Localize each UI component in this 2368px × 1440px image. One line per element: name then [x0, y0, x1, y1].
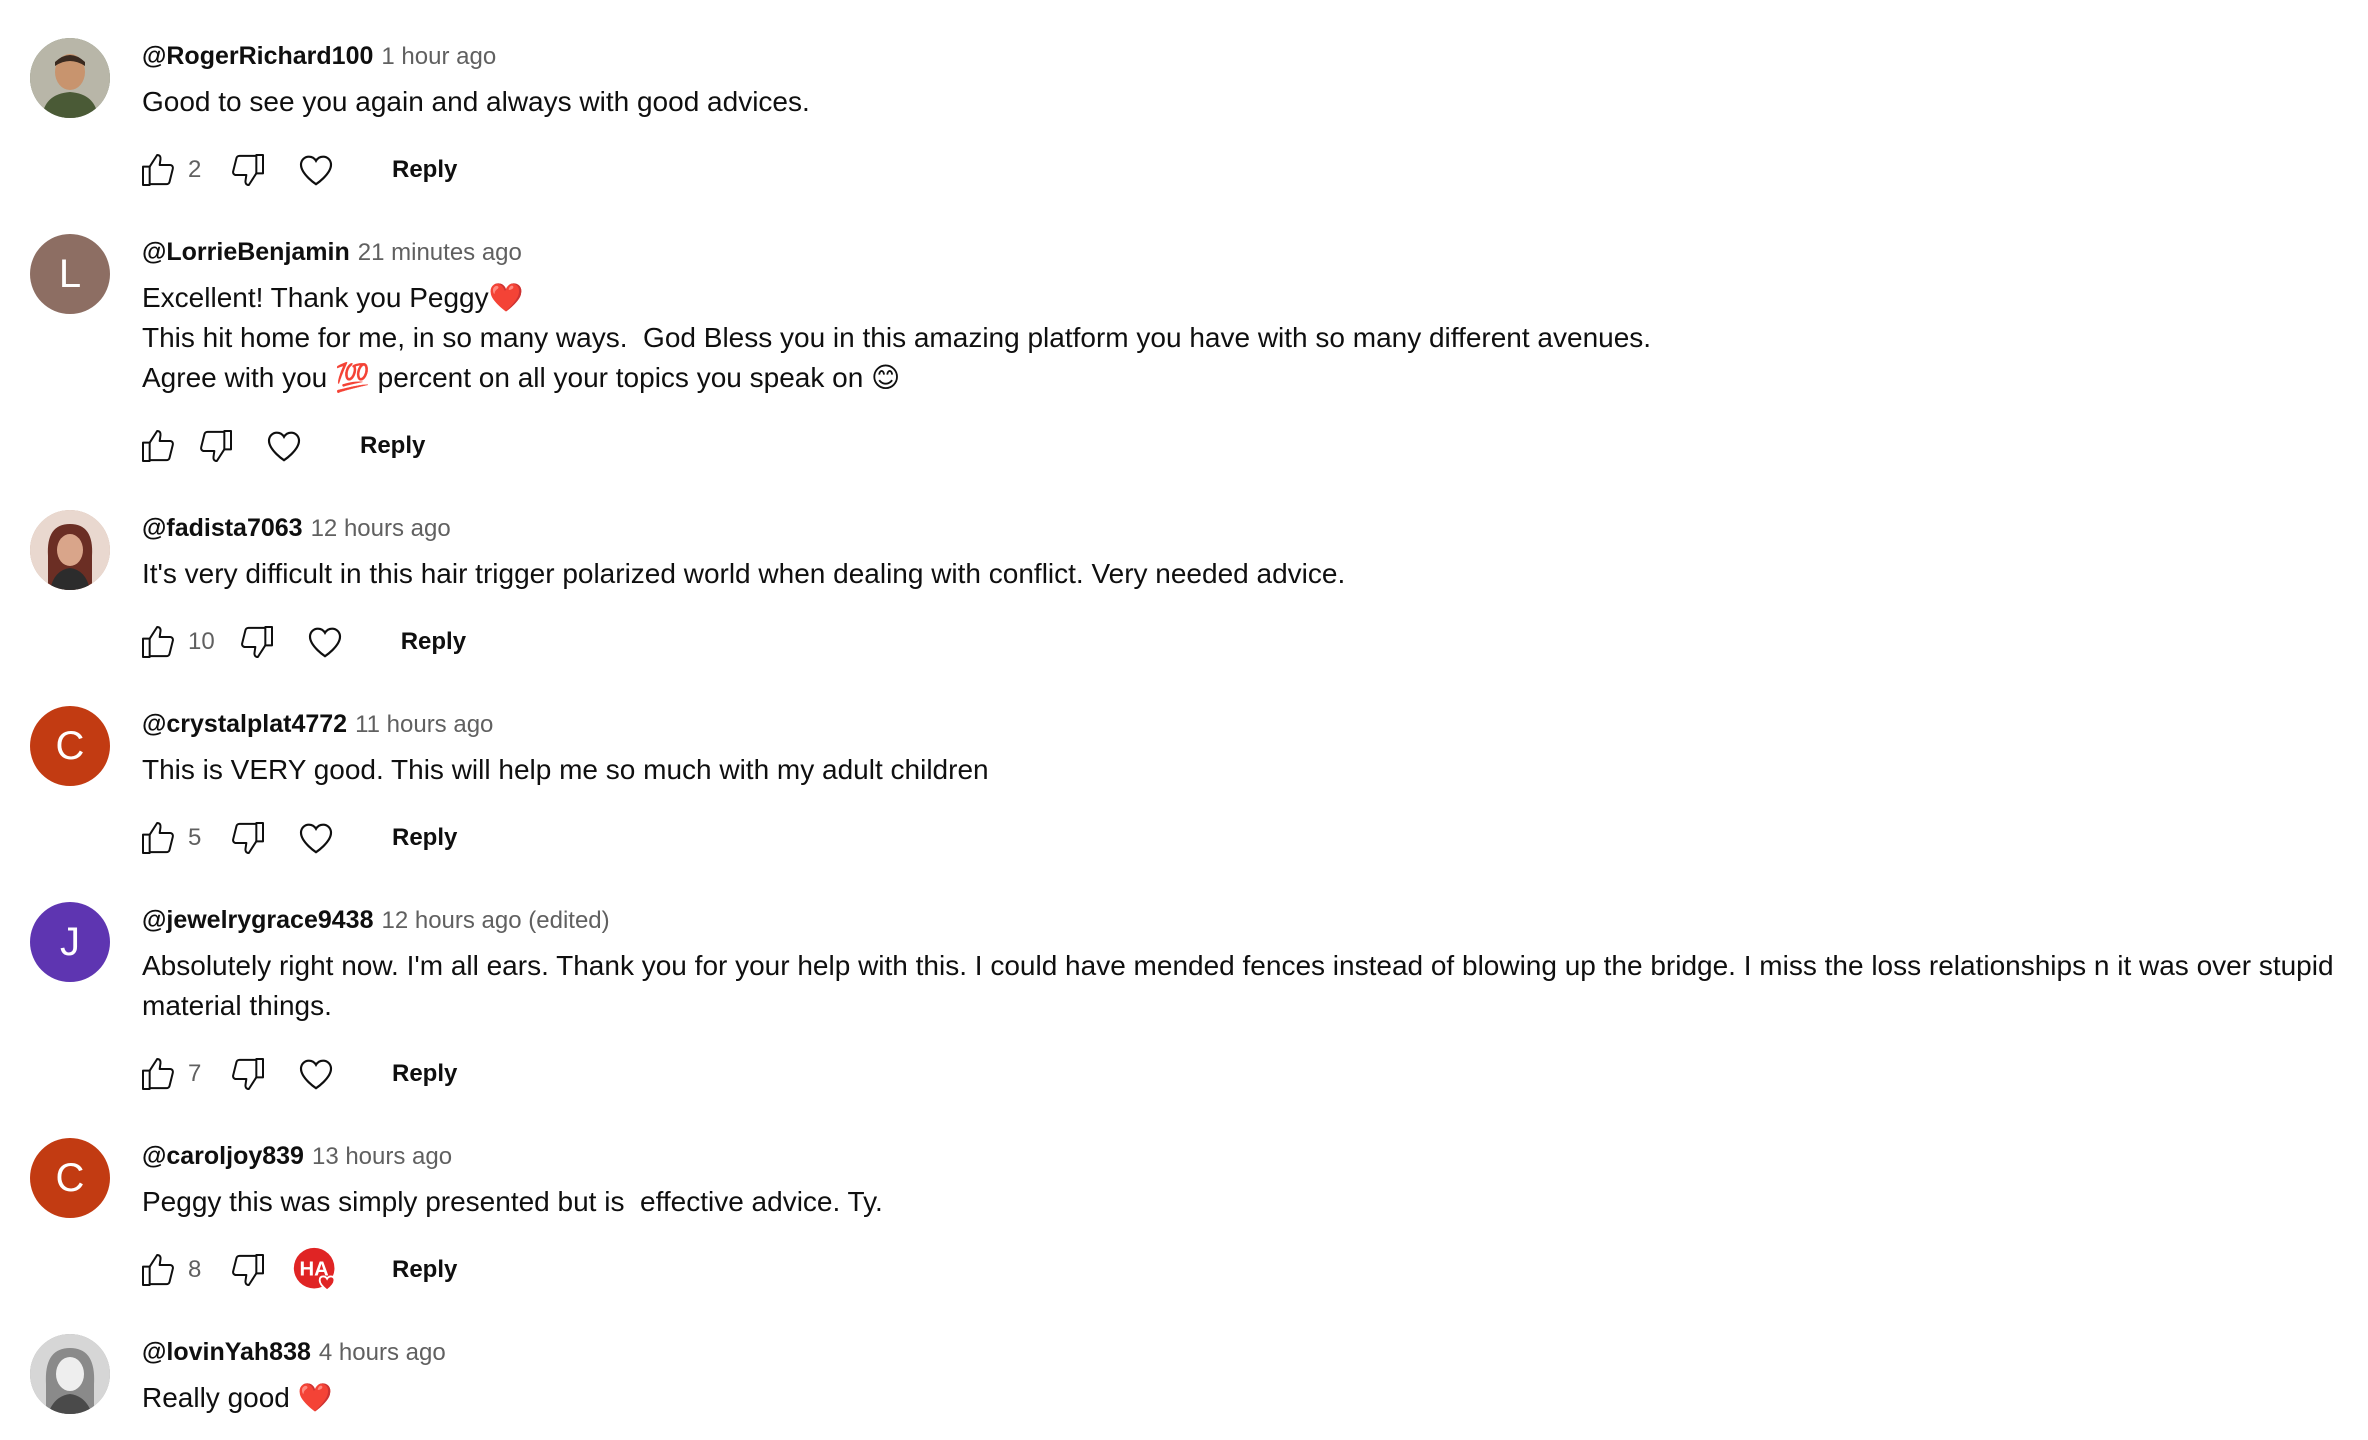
- avatar[interactable]: [30, 1334, 110, 1414]
- comment-author[interactable]: @jewelrygrace9438: [142, 906, 373, 934]
- avatar[interactable]: [30, 510, 110, 590]
- comment-timestamp[interactable]: 4 hours ago: [319, 1339, 446, 1366]
- comment-text-line: Really good ❤️: [142, 1382, 333, 1413]
- comment-timestamp[interactable]: 1 hour ago: [381, 43, 496, 70]
- dislike-button[interactable]: [233, 618, 281, 666]
- thumbs-up-icon: [142, 430, 174, 462]
- comment-timestamp[interactable]: 11 hours ago: [355, 711, 493, 738]
- avatar[interactable]: C: [30, 706, 110, 786]
- comment-author[interactable]: @LorrieBenjamin: [142, 238, 350, 266]
- like-button[interactable]: [134, 1246, 182, 1294]
- comment-text-line: Agree with you 💯 percent on all your top…: [142, 362, 901, 393]
- comment-actions: 7 Reply: [142, 1050, 2356, 1098]
- comment-author[interactable]: @fadista7063: [142, 514, 303, 542]
- thumbs-down-icon: [232, 154, 264, 186]
- comment-text-line: This is VERY good. This will help me so …: [142, 754, 989, 785]
- thumbs-up-icon: [142, 822, 174, 854]
- reply-button[interactable]: Reply: [376, 1248, 473, 1292]
- avatar[interactable]: C: [30, 1138, 110, 1218]
- comment-actions: 2 Reply: [142, 146, 2356, 194]
- comment-timestamp[interactable]: 12 hours ago: [311, 515, 451, 542]
- heart-button[interactable]: [260, 422, 308, 470]
- comment-text: This is VERY good. This will help me so …: [142, 750, 2356, 790]
- dislike-button[interactable]: [224, 1246, 272, 1294]
- thumbs-down-icon: [232, 1254, 264, 1286]
- heart-button[interactable]: [301, 618, 349, 666]
- thumbs-down-icon: [200, 430, 232, 462]
- creator-heart-icon: HA: [293, 1247, 336, 1292]
- heart-button[interactable]: [292, 814, 340, 862]
- like-count: 5: [188, 824, 202, 851]
- reply-button[interactable]: Reply: [385, 620, 482, 664]
- comment-author[interactable]: @crystalplat4772: [142, 710, 347, 738]
- comment-text-line: Peggy this was simply presented but is e…: [142, 1186, 883, 1217]
- comment-timestamp[interactable]: 13 hours ago: [312, 1143, 452, 1170]
- avatar[interactable]: J: [30, 902, 110, 982]
- like-button[interactable]: [134, 618, 182, 666]
- comment-text: Peggy this was simply presented but is e…: [142, 1182, 2356, 1222]
- thumbs-down-icon: [232, 822, 264, 854]
- comment-text-line: It's very difficult in this hair trigger…: [142, 558, 1346, 589]
- comment-text: Good to see you again and always with go…: [142, 82, 2356, 122]
- comment-text-line: material things.: [142, 990, 332, 1021]
- comment-text-line: Absolutely right now. I'm all ears. Than…: [142, 950, 2334, 981]
- comment-author[interactable]: @lovinYah838: [142, 1338, 311, 1366]
- thumbs-down-icon: [240, 626, 273, 658]
- comment-actions: Reply: [142, 422, 2356, 470]
- avatar-letter: J: [60, 919, 80, 964]
- like-count: 2: [188, 156, 202, 183]
- avatar[interactable]: L: [30, 234, 110, 314]
- comment-actions: 5 Reply: [142, 814, 2356, 862]
- comment-text-line: This hit home for me, in so many ways. G…: [142, 322, 1652, 353]
- dislike-button[interactable]: [224, 1050, 272, 1098]
- thumbs-up-icon: [142, 1058, 174, 1090]
- reply-button[interactable]: Reply: [344, 424, 441, 468]
- avatar-letter: L: [58, 251, 82, 296]
- reply-button[interactable]: Reply: [376, 1052, 473, 1096]
- comment-timestamp[interactable]: 12 hours ago (edited): [381, 907, 609, 934]
- heart-outline-icon: [299, 1059, 333, 1090]
- avatar[interactable]: [30, 38, 110, 118]
- avatar-letter: C: [55, 723, 85, 768]
- avatar-letter: C: [55, 1155, 85, 1200]
- heart-outline-icon: [267, 431, 301, 462]
- comment-text: Absolutely right now. I'm all ears. Than…: [142, 946, 2356, 1026]
- comment-text-line: Excellent! Thank you Peggy❤️: [142, 282, 524, 313]
- thumbs-down-icon: [232, 1058, 264, 1090]
- like-count: 8: [188, 1256, 202, 1283]
- thumbs-up-icon: [142, 1254, 174, 1286]
- comment-timestamp[interactable]: 21 minutes ago: [358, 239, 522, 266]
- comment-author[interactable]: @caroljoy839: [142, 1142, 304, 1170]
- like-button[interactable]: [134, 146, 182, 194]
- comment-author[interactable]: @RogerRichard100: [142, 42, 373, 70]
- heart-button[interactable]: [292, 1050, 340, 1098]
- dislike-button[interactable]: [192, 422, 240, 470]
- like-button[interactable]: [134, 1050, 182, 1098]
- comments-section: @RogerRichard100 1 hour ago Good to see y…: [0, 0, 2368, 1440]
- heart-outline-icon: [299, 823, 333, 854]
- like-count: 7: [188, 1060, 202, 1087]
- like-button[interactable]: [134, 814, 182, 862]
- comment-text: Excellent! Thank you Peggy❤️ This hit ho…: [142, 278, 2356, 398]
- comment-actions: 10 Reply: [142, 618, 2356, 666]
- comment-actions: 8 HA Reply: [142, 1246, 2356, 1294]
- comment-text: Really good ❤️: [142, 1378, 2356, 1418]
- heart-button[interactable]: [292, 146, 340, 194]
- reply-button[interactable]: Reply: [376, 148, 473, 192]
- reply-button[interactable]: Reply: [376, 816, 473, 860]
- thumbs-up-icon: [142, 154, 174, 186]
- comment-text: It's very difficult in this hair trigger…: [142, 554, 2356, 594]
- heart-outline-icon: [308, 627, 341, 658]
- like-count: 10: [188, 628, 215, 655]
- thumbs-up-icon: [142, 626, 174, 658]
- heart-outline-icon: [299, 155, 333, 186]
- comment-text-line: Good to see you again and always with go…: [142, 86, 810, 117]
- dislike-button[interactable]: [224, 814, 272, 862]
- creator-heart-badge[interactable]: HA: [292, 1246, 340, 1294]
- dislike-button[interactable]: [224, 146, 272, 194]
- like-button[interactable]: [134, 422, 182, 470]
